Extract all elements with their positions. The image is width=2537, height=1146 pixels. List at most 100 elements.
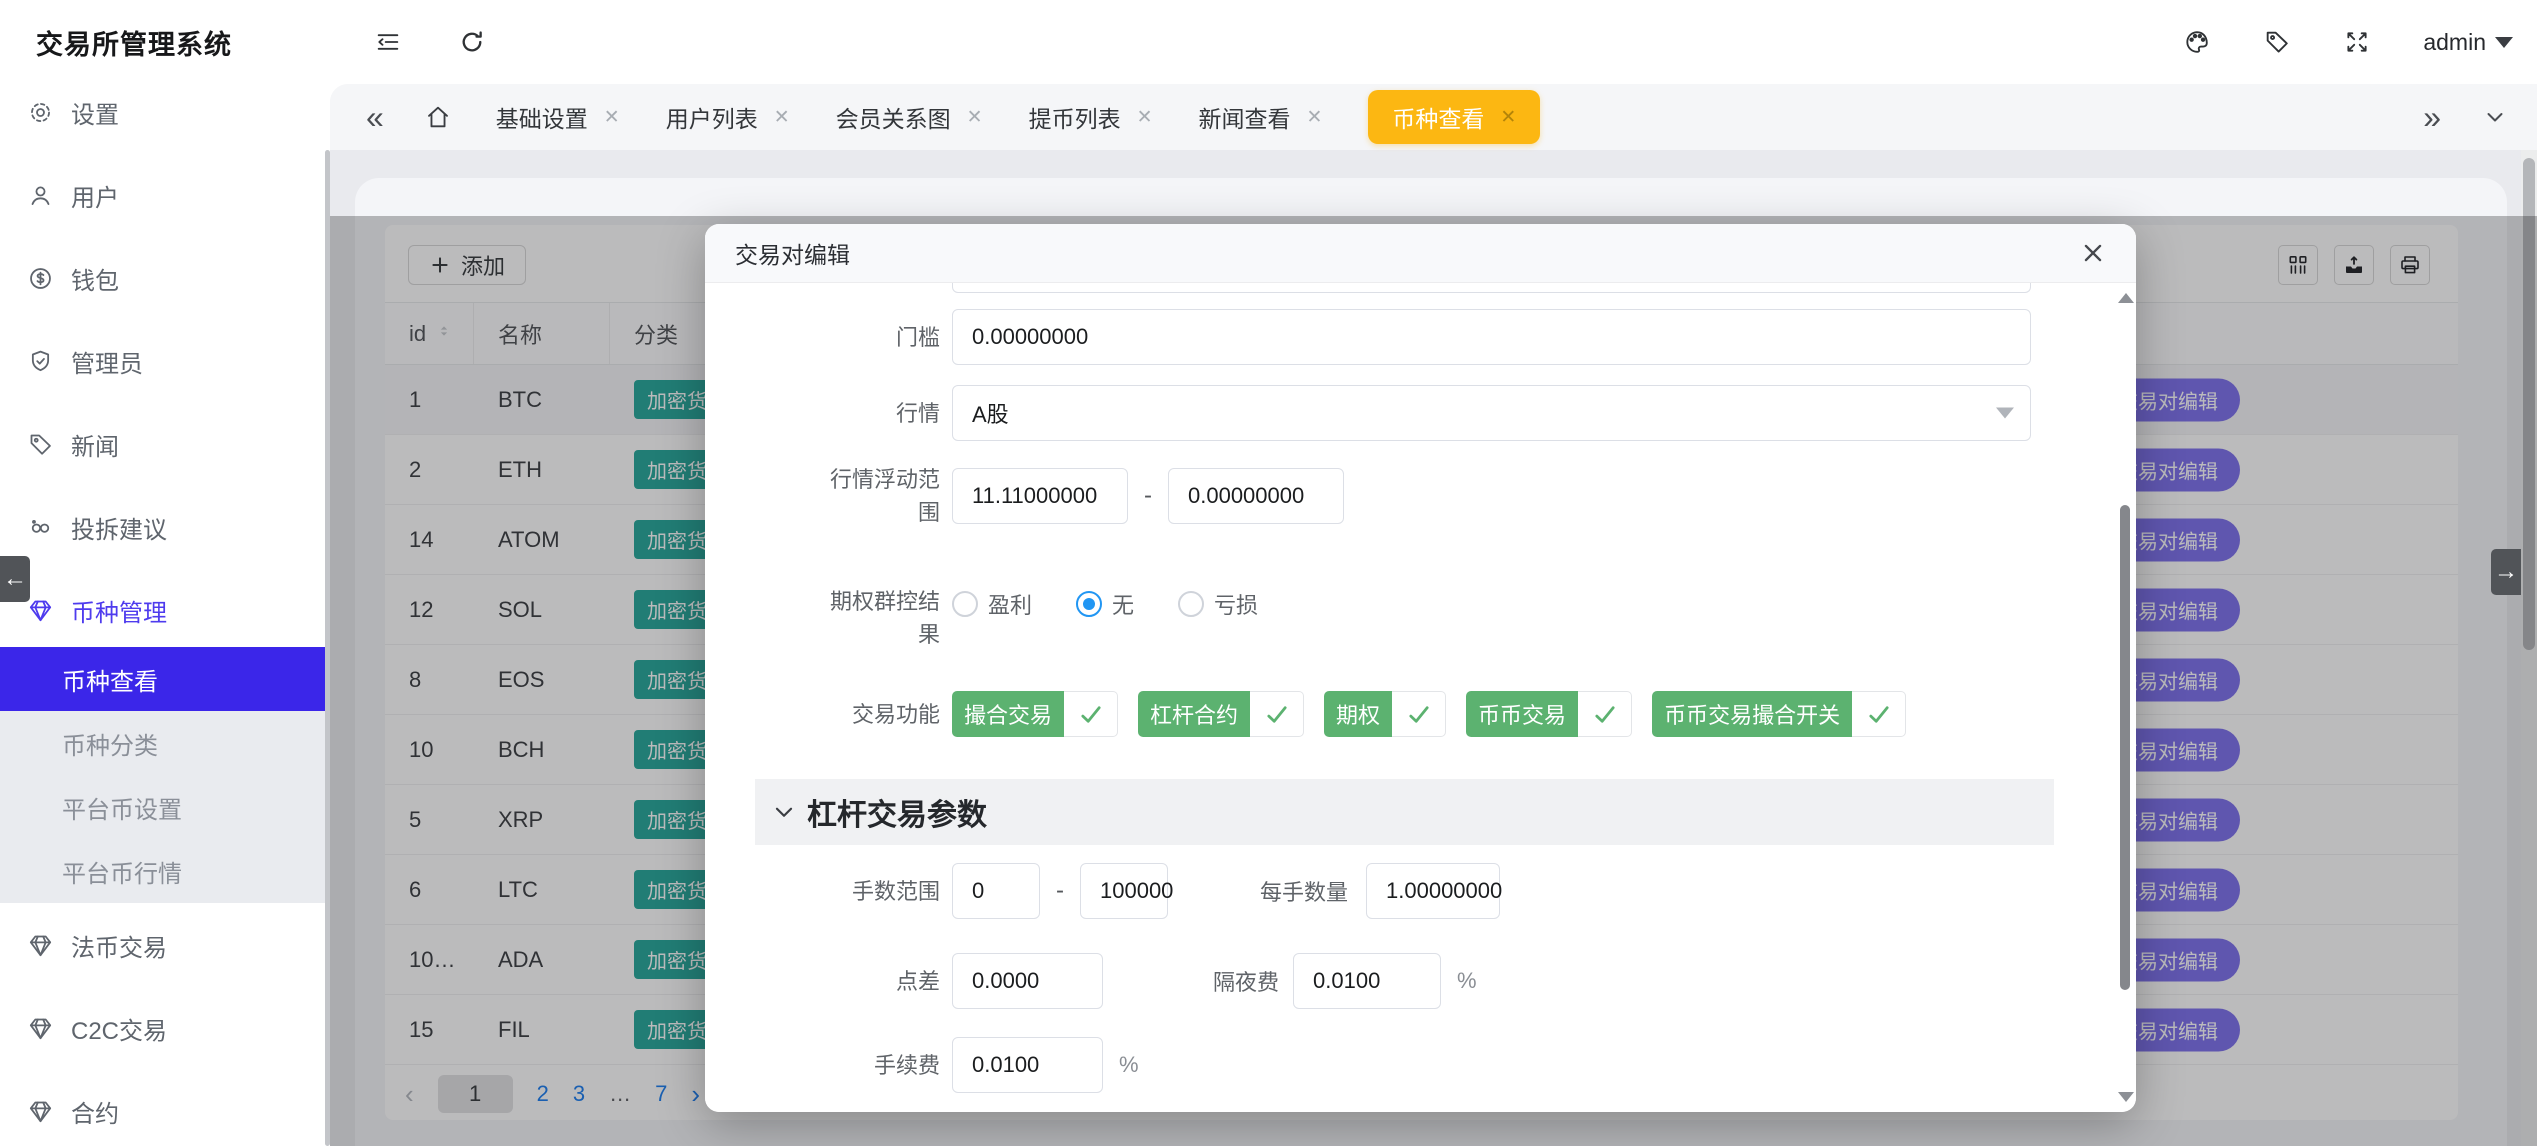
tab-基础设置[interactable]: 基础设置✕ <box>496 100 620 134</box>
sidebar-item-label: 设置 <box>71 95 119 130</box>
sidebar-item-钱包[interactable]: 钱包 <box>0 250 330 306</box>
market-select[interactable]: A股 <box>952 385 2031 441</box>
sidebar-item-合约[interactable]: 合约 <box>0 1083 330 1139</box>
panel-collapse-left-handle[interactable]: ← <box>0 556 30 602</box>
sidebar-subitem-币种查看[interactable]: 币种查看 <box>0 647 330 711</box>
tabs-scroll-right-icon[interactable]: » <box>2423 101 2441 133</box>
dialog-scrollbar-thumb[interactable] <box>2120 505 2130 990</box>
sidebar-item-管理员[interactable]: 管理员 <box>0 333 330 389</box>
sidebar-subitem-币种分类[interactable]: 币种分类 <box>0 711 330 775</box>
lots-row: 手数范围 0 - 100000 每手数量 1.00000000 <box>822 863 2136 919</box>
sidebar-item-设置[interactable]: 设置 <box>0 84 330 140</box>
market-field-row: 行情 A股 <box>822 385 2136 441</box>
gem-icon <box>27 932 54 959</box>
leverage-section-header[interactable]: 杠杆交易参数 <box>755 779 2054 845</box>
dialog-title: 交易对编辑 <box>735 236 850 270</box>
tab-label: 会员关系图 <box>836 100 951 134</box>
float-min-input[interactable]: 11.11000000 <box>952 468 1128 524</box>
check-icon[interactable] <box>1250 691 1304 737</box>
check-icon[interactable] <box>1392 691 1446 737</box>
sidebar-nav: 设置用户钱包管理员新闻投拆建议币种管理币种查看币种分类平台币设置平台币行情法币交… <box>0 84 330 1139</box>
tab-会员关系图[interactable]: 会员关系图 ✕ <box>836 100 983 134</box>
radio-circle-icon[interactable] <box>1178 591 1204 617</box>
check-icon[interactable] <box>1064 691 1118 737</box>
close-icon[interactable] <box>2080 240 2106 266</box>
sidebar-item-新闻[interactable]: 新闻 <box>0 416 330 472</box>
select-caret-icon <box>1996 408 2014 419</box>
tabs-scroll-left-icon[interactable]: « <box>366 101 384 133</box>
feature-toggle-杠杆合约[interactable]: 杠杆合约 <box>1138 691 1304 737</box>
tag-icon[interactable] <box>2263 28 2291 56</box>
clipped-input[interactable] <box>952 283 2031 293</box>
float-range-row: 行情浮动范围 11.11000000 - 0.00000000 <box>822 463 2136 529</box>
spread-label: 点差 <box>822 965 940 998</box>
tab-close-icon[interactable]: ✕ <box>1306 106 1322 129</box>
feature-toggle-期权[interactable]: 期权 <box>1324 691 1446 737</box>
sidebar-item-法币交易[interactable]: 法币交易 <box>0 917 330 973</box>
tab-close-icon[interactable]: ✕ <box>967 106 983 129</box>
feature-toggle-币币交易撮合开关[interactable]: 币币交易撮合开关 <box>1652 691 1906 737</box>
sidebar-subitem-平台币行情[interactable]: 平台币行情 <box>0 839 330 903</box>
link-icon <box>27 514 54 541</box>
app-root: 交易所管理系统 admin 设置用户钱包管理员新闻投拆建议币种管理币种查看币种分… <box>0 0 2537 1146</box>
spread-input[interactable]: 0.0000 <box>952 953 1103 1009</box>
radio-circle-icon[interactable] <box>1076 591 1102 617</box>
fee-unit: % <box>1119 1052 1139 1078</box>
feature-toggles: 撮合交易杠杆合约期权币币交易 币币交易撮合开关 <box>952 691 1906 737</box>
tab-提币列表[interactable]: 提币列表✕ <box>1029 100 1153 134</box>
scroll-up-icon[interactable] <box>2118 293 2134 303</box>
dialog-scrollbar[interactable] <box>2117 283 2133 1112</box>
radio-无[interactable]: 无 <box>1076 588 1134 620</box>
tab-bar: « 基础设置✕用户列表✕会员关系图✕提币列表✕新闻查看✕币种查看✕ » <box>330 84 2537 150</box>
radio-label: 亏损 <box>1214 588 1258 620</box>
shield-icon <box>27 348 54 375</box>
tab-label: 用户列表 <box>666 100 758 134</box>
sidebar-item-C2C交易[interactable]: C2C交易 <box>0 1000 330 1056</box>
sidebar-item-投拆建议[interactable]: 投拆建议 <box>0 499 330 555</box>
lots-min-input[interactable]: 0 <box>952 863 1040 919</box>
option-control-label: 期权群控结果 <box>822 585 940 651</box>
sidebar-subitem-平台币设置[interactable]: 平台币设置 <box>0 775 330 839</box>
panel-collapse-right-handle[interactable]: → <box>2491 549 2521 595</box>
radio-亏损[interactable]: 亏损 <box>1178 588 1258 620</box>
lots-max-input[interactable]: 100000 <box>1080 863 1168 919</box>
feature-toggle-撮合交易[interactable]: 撮合交易 <box>952 691 1118 737</box>
radio-circle-icon[interactable] <box>952 591 978 617</box>
check-icon[interactable] <box>1578 691 1632 737</box>
radio-label: 盈利 <box>988 588 1032 620</box>
home-icon[interactable] <box>424 103 452 131</box>
refresh-icon[interactable] <box>458 0 486 84</box>
tab-用户列表[interactable]: 用户列表 ✕ <box>666 100 790 134</box>
float-max-input[interactable]: 0.00000000 <box>1168 468 1344 524</box>
fee-input[interactable]: 0.0100 <box>952 1037 1103 1093</box>
tab-币种查看[interactable]: 币种查看✕ <box>1368 90 1540 144</box>
feature-label: 币币交易撮合开关 <box>1652 691 1852 737</box>
feature-label: 币币交易 <box>1466 691 1578 737</box>
sidebar-item-币种管理[interactable]: 币种管理 <box>0 582 330 638</box>
user-menu[interactable]: admin <box>2423 29 2513 56</box>
tab-新闻查看[interactable]: 新闻查看✕ <box>1198 100 1322 134</box>
feature-toggle-币币交易[interactable]: 币币交易 <box>1466 691 1632 737</box>
per-lot-label: 每手数量 <box>1260 875 1348 907</box>
tab-close-icon[interactable]: ✕ <box>1137 106 1153 129</box>
sidebar-collapse-icon[interactable] <box>374 0 402 84</box>
check-icon[interactable] <box>1852 691 1906 737</box>
per-lot-input[interactable]: 1.00000000 <box>1366 863 1500 919</box>
tab-close-icon[interactable]: ✕ <box>774 106 790 129</box>
theme-palette-icon[interactable] <box>2183 28 2211 56</box>
lots-separator: - <box>1056 877 1064 905</box>
tab-close-icon[interactable]: ✕ <box>604 106 620 129</box>
tab-close-icon[interactable]: ✕ <box>1500 106 1516 129</box>
radio-盈利[interactable]: 盈利 <box>952 588 1032 620</box>
fullscreen-icon[interactable] <box>2343 28 2371 56</box>
chevron-down-icon <box>2495 37 2513 48</box>
scroll-down-icon[interactable] <box>2118 1092 2134 1102</box>
overnight-input[interactable]: 0.0100 <box>1293 953 1441 1009</box>
tabs: 基础设置✕用户列表✕会员关系图✕提币列表✕新闻查看✕币种查看✕ <box>496 90 1541 144</box>
tabs-menu-chevron-icon[interactable] <box>2483 105 2507 129</box>
sidebar-item-用户[interactable]: 用户 <box>0 167 330 223</box>
threshold-input[interactable]: 0.00000000 <box>952 309 2031 365</box>
sidebar-item-label: 新闻 <box>71 427 119 462</box>
submenu: 币种查看币种分类平台币设置平台币行情 <box>0 647 330 903</box>
float-range-label: 行情浮动范围 <box>822 463 940 529</box>
